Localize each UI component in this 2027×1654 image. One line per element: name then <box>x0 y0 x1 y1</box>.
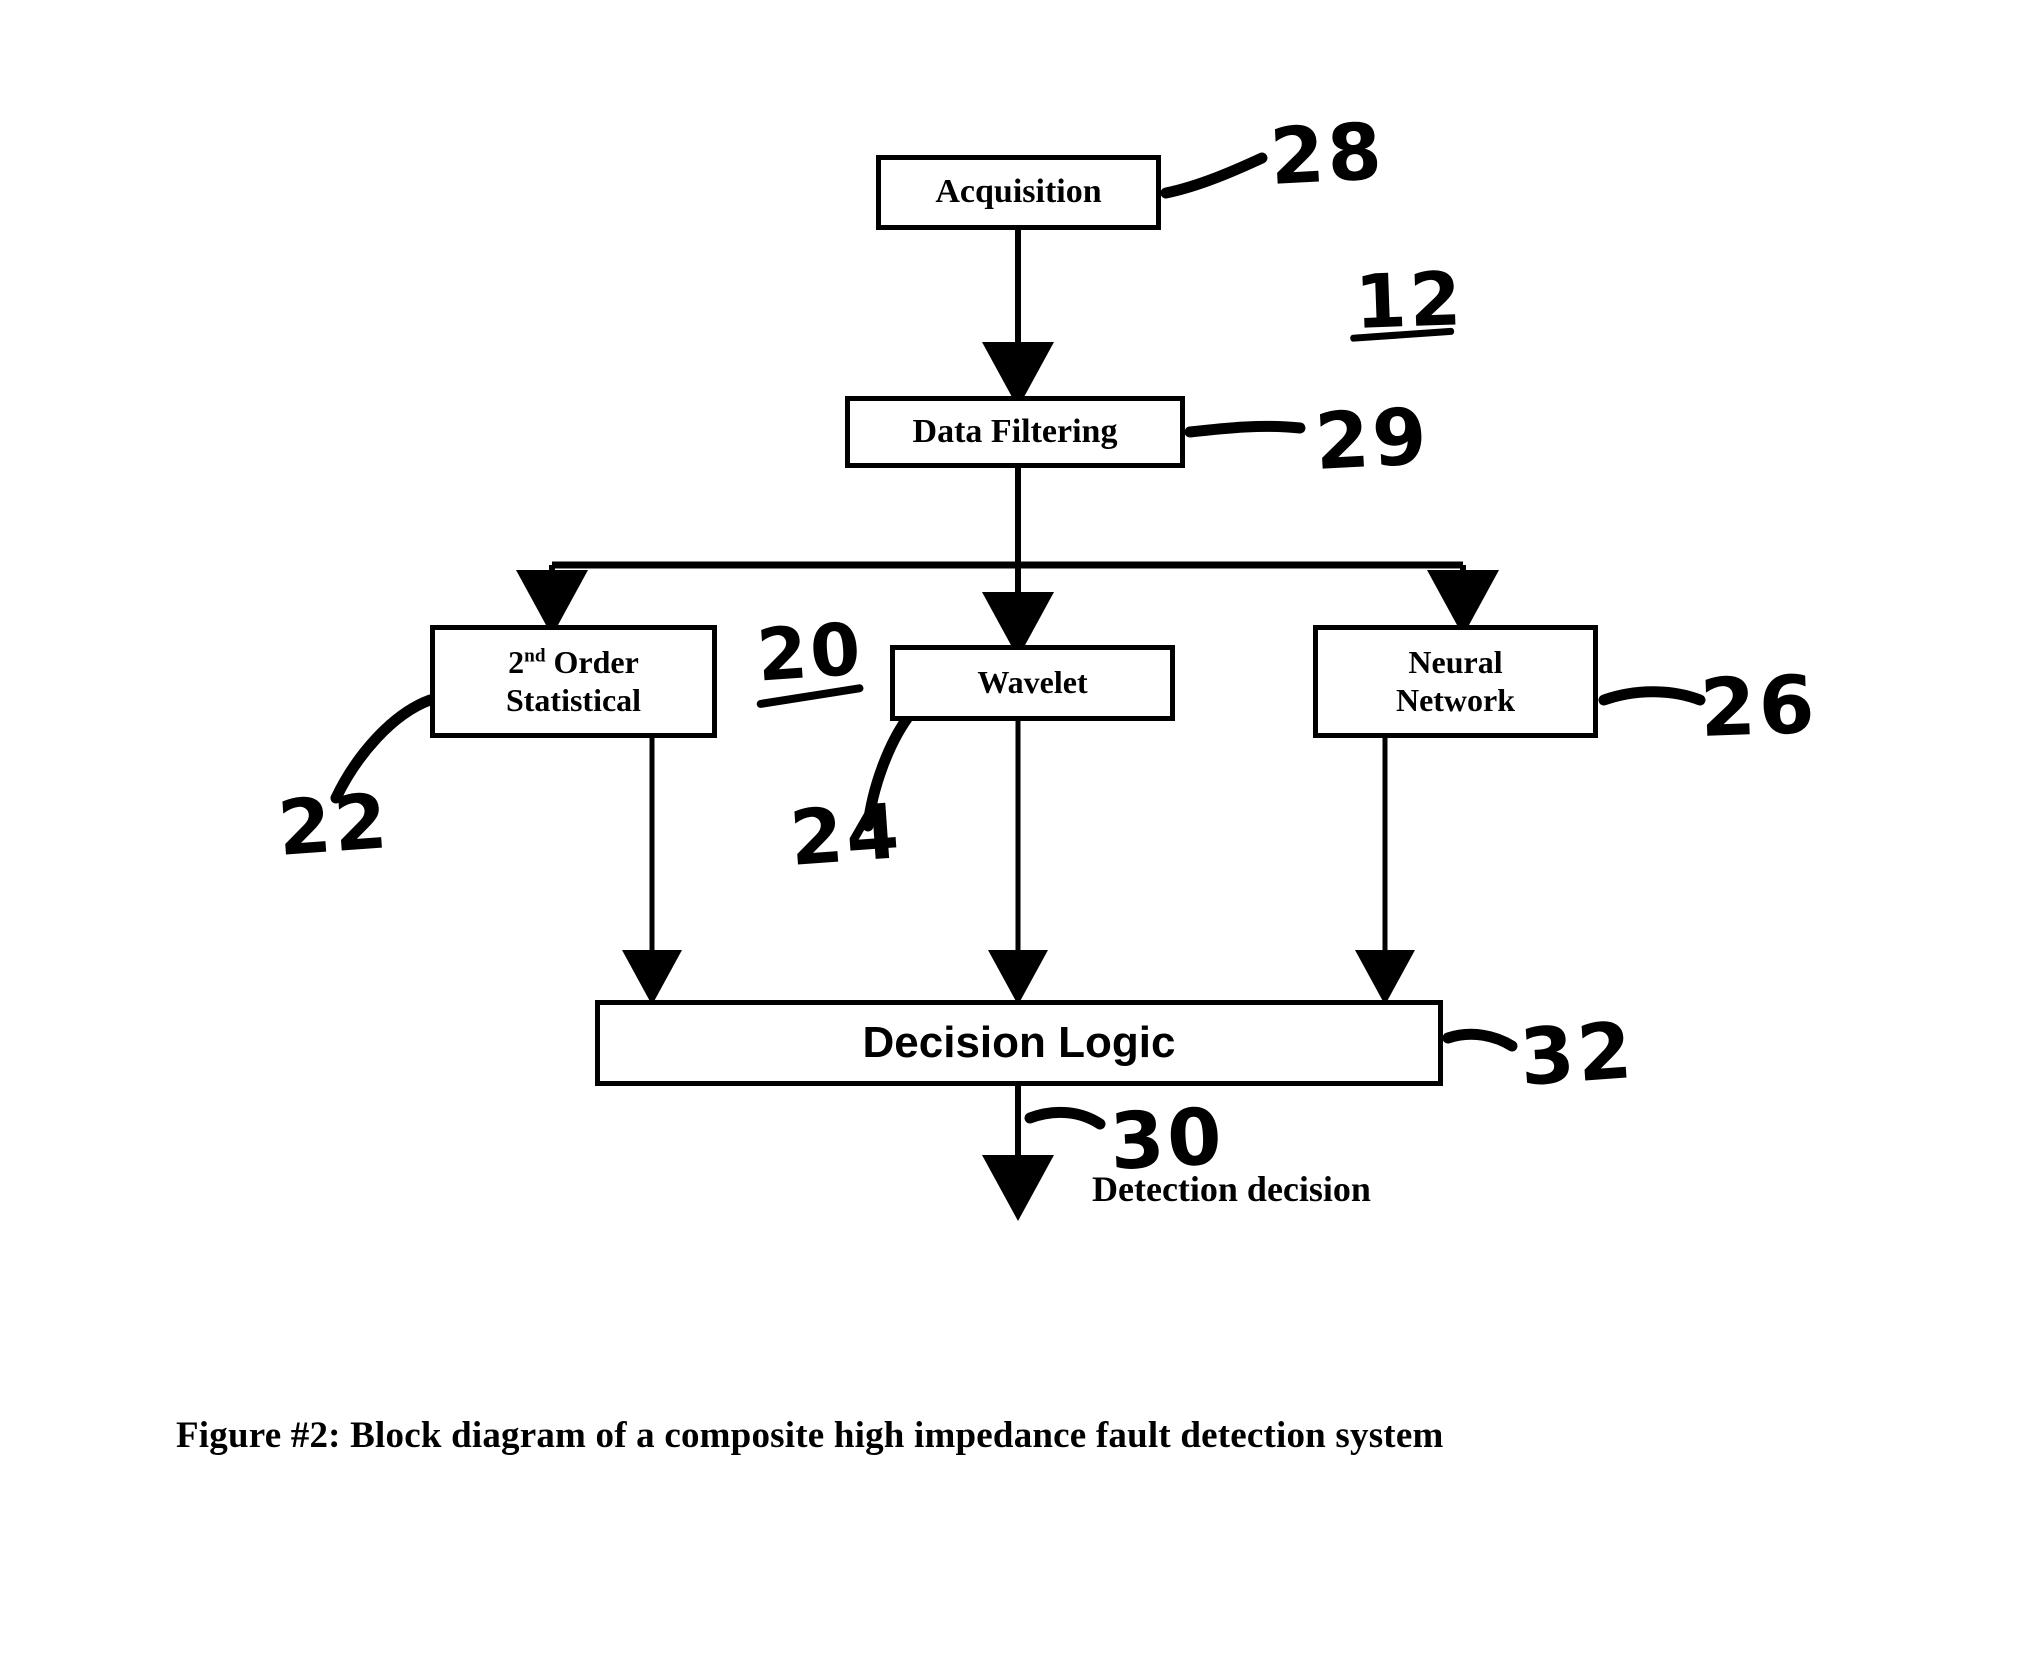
leader-line-29 <box>1184 420 1306 438</box>
reference-numeral-20: 20 <box>754 606 867 698</box>
node-wavelet[interactable]: Wavelet <box>890 645 1175 721</box>
leader-line-30 <box>1024 1106 1106 1130</box>
output-label-detection-decision: Detection decision <box>1092 1169 1371 1209</box>
node-neural-network-line2: Network <box>1395 681 1516 718</box>
reference-numeral-29: 29 <box>1312 392 1432 488</box>
node-acquisition-label: Acquisition <box>935 173 1102 211</box>
node-wavelet-label: Wavelet <box>977 664 1088 701</box>
node-neural-network-line1: Neural <box>1408 643 1503 680</box>
reference-numeral-32: 32 <box>1517 1006 1638 1104</box>
node-second-order-statistical-label: 2nd Order Statistical <box>435 644 712 720</box>
node-second-order-number: 2 <box>508 643 525 680</box>
leader-line-28 <box>1160 152 1268 199</box>
node-data-filtering-label: Data Filtering <box>912 412 1118 450</box>
node-second-order-word: Order <box>545 643 639 680</box>
node-acquisition[interactable]: Acquisition <box>876 155 1161 230</box>
edge-data-filtering-fanout <box>516 468 1499 658</box>
reference-numeral-12: 12 <box>1353 256 1466 346</box>
reference-numeral-28: 28 <box>1267 107 1387 203</box>
node-decision-logic-label: Decision Logic <box>862 1018 1176 1068</box>
node-second-order-statistical[interactable]: 2nd Order Statistical <box>430 625 717 738</box>
reference-numeral-26: 26 <box>1698 657 1819 756</box>
node-neural-network-label: Neural Network <box>1318 644 1593 720</box>
figure-container: Acquisition Data Filtering 2nd Order Stat… <box>0 0 2027 1654</box>
reference-numeral-24: 24 <box>787 786 905 883</box>
node-second-order-ordinal-suffix: nd <box>524 645 546 667</box>
leader-line-32 <box>1442 1028 1518 1052</box>
node-data-filtering[interactable]: Data Filtering <box>845 396 1185 468</box>
node-second-order-line2: Statistical <box>505 681 642 718</box>
reference-numeral-22: 22 <box>275 776 393 873</box>
leader-line-26 <box>1598 686 1706 706</box>
node-decision-logic[interactable]: Decision Logic <box>595 1000 1443 1086</box>
figure-caption: Figure #2: Block diagram of a composite … <box>176 1415 1444 1456</box>
node-neural-network[interactable]: Neural Network <box>1313 625 1598 738</box>
